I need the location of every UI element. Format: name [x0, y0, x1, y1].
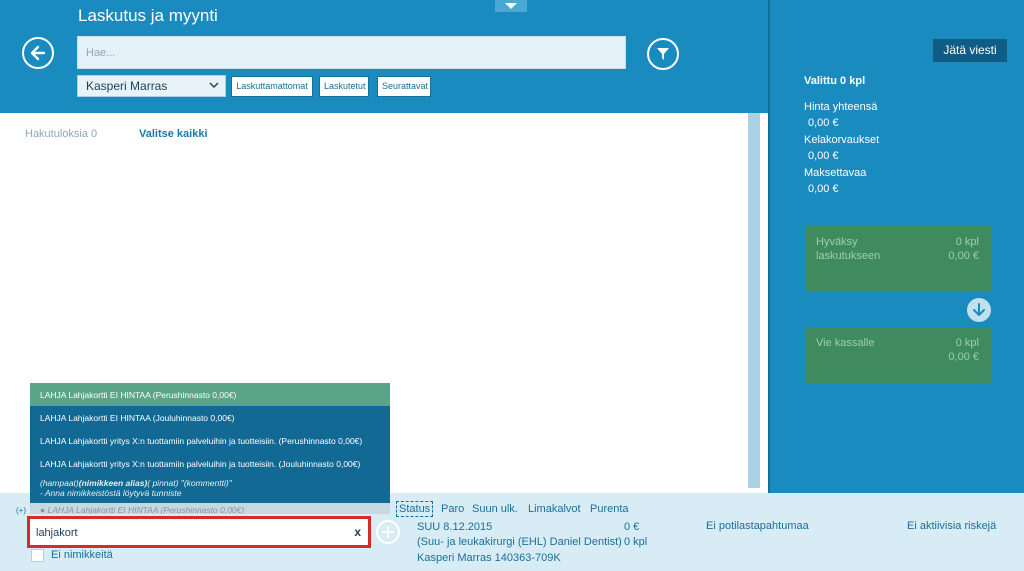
kela-value: 0,00 €	[808, 150, 839, 162]
arrow-down-icon	[973, 303, 985, 316]
add-item-button[interactable]	[376, 520, 400, 544]
visit-date: SUU 8.12.2015	[417, 521, 493, 533]
back-button[interactable]	[22, 37, 54, 69]
total-label: Hinta yhteensä	[804, 101, 878, 113]
chevron-down-icon	[505, 3, 517, 9]
tab-status[interactable]: Status	[396, 501, 434, 517]
filter-button[interactable]	[647, 38, 679, 70]
panel-divider	[768, 0, 770, 493]
arrow-left-icon	[30, 45, 46, 61]
patient-select[interactable]: Kasperi Marras	[77, 75, 226, 97]
plus-hint: (+)	[16, 506, 26, 515]
top-pull-tab[interactable]	[495, 0, 527, 12]
plus-icon	[382, 526, 394, 538]
no-active-risks-link[interactable]: Ei aktiivisia riskejä	[907, 520, 996, 532]
select-all-link[interactable]: Valitse kaikki	[139, 128, 208, 140]
syntax-help-line1: (hampaat)(nimikkeen alias)( pinnat) "(ko…	[40, 478, 380, 488]
patient-select-value: Kasperi Marras	[86, 79, 168, 93]
visit-count: 0 kpl	[624, 536, 648, 548]
tab-billed[interactable]: Laskutetut	[319, 76, 369, 97]
chevron-down-icon	[209, 82, 219, 88]
approve-billing-button[interactable]: Hyväksy laskutukseen 0 kpl 0,00 €	[806, 226, 991, 292]
list-item[interactable]: LAHJA Lahjakortti EI HINTAA (Jouluhinnas…	[30, 406, 390, 429]
help-bold: (nimikkeen alias)	[78, 478, 148, 488]
results-count: Hakutuloksia 0	[25, 128, 98, 140]
payable-label: Maksettavaa	[804, 167, 867, 179]
tab-unbilled[interactable]: Laskuttamattomat	[231, 76, 313, 97]
syntax-help: (hampaat)(nimikkeen alias)( pinnat) "(ko…	[30, 475, 390, 503]
search-input[interactable]	[77, 36, 626, 69]
list-item: ● LAHJA Lahjakortti EI HINTAA (Perushinn…	[30, 503, 390, 514]
cashier-count: 0 kpl	[955, 337, 979, 349]
item-entry-input[interactable]	[36, 524, 336, 541]
suggestion-dropdown: LAHJA Lahjakortti EI HINTAA (Perushinnas…	[30, 383, 390, 514]
tab-followed[interactable]: Seurattavat	[377, 76, 431, 97]
visit-patient: Kasperi Marras 140363-709K	[417, 552, 561, 564]
move-down-button[interactable]	[967, 298, 991, 322]
no-patient-events-link[interactable]: Ei potilastapahtumaa	[706, 520, 809, 532]
list-item[interactable]: LAHJA Lahjakortti EI HINTAA (Perushinnas…	[30, 383, 390, 406]
bullet-icon: ●	[40, 505, 46, 514]
tab-suun-ulk[interactable]: Suun ulk.	[472, 503, 518, 515]
syntax-help-line2: - Anna nimikkeistöstä löytyvä tunniste	[40, 488, 182, 498]
tab-limakalvot[interactable]: Limakalvot	[528, 503, 581, 515]
cashier-value: 0,00 €	[948, 351, 979, 363]
total-value: 0,00 €	[808, 117, 839, 129]
selected-count: Valittu 0 kpl	[804, 75, 866, 87]
help-prefix: (hampaat)	[40, 478, 79, 488]
tab-paro[interactable]: Paro	[441, 503, 464, 515]
approve-label-2: laskutukseen	[816, 250, 881, 262]
clear-input-button[interactable]: x	[354, 525, 361, 539]
approve-value: 0,00 €	[948, 250, 979, 262]
help-suffix: ( pinnat) "(kommentti)"	[147, 478, 232, 488]
page-title: Laskutus ja myynti	[78, 6, 218, 25]
kela-label: Kelakorvaukset	[804, 134, 880, 146]
scrollbar[interactable]	[748, 113, 760, 488]
cashier-label: Vie kassalle	[816, 337, 875, 349]
payable-value: 0,00 €	[808, 183, 839, 195]
send-to-cashier-button[interactable]: Vie kassalle 0 kpl 0,00 €	[806, 327, 991, 383]
list-item[interactable]: LAHJA Lahjakortti yritys X:n tuottamiin …	[30, 452, 390, 475]
leave-message-button[interactable]: Jätä viesti	[933, 39, 1007, 62]
approve-label: Hyväksy	[816, 236, 858, 248]
filter-icon	[657, 48, 669, 60]
ghost-item-label: LAHJA Lahjakortti EI HINTAA (Perushinnas…	[47, 505, 245, 514]
visit-doctor: (Suu- ja leukakirurgi (EHL) Daniel Denti…	[417, 536, 622, 548]
no-items-checkbox[interactable]	[31, 549, 44, 562]
item-entry-box: x	[27, 516, 371, 548]
approve-count: 0 kpl	[955, 236, 979, 248]
visit-amount: 0 €	[624, 521, 640, 533]
tab-purenta[interactable]: Purenta	[590, 503, 629, 515]
list-item[interactable]: LAHJA Lahjakortti yritys X:n tuottamiin …	[30, 429, 390, 452]
no-items-label: Ei nimikkeitä	[51, 549, 113, 561]
